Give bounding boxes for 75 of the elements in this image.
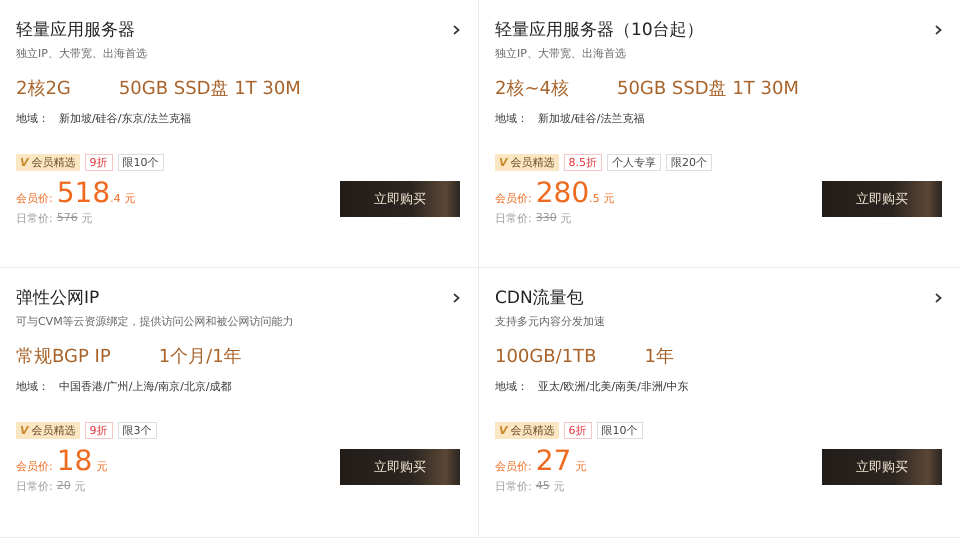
currency-text: 元	[96, 459, 108, 474]
buy-button[interactable]: 立即购买	[822, 449, 942, 485]
member-price-label: 会员价:	[495, 459, 532, 474]
tag-label: 会员精选	[510, 423, 555, 438]
spec-text: 50GB SSD盘 1T 30M	[617, 77, 799, 101]
vip-mark: V	[499, 424, 508, 437]
chevron-right-icon[interactable]	[453, 25, 460, 35]
region-label: 地域：	[495, 379, 528, 395]
tag-label: 6折	[568, 423, 587, 438]
tag-label: 会员精选	[32, 155, 76, 170]
tag-label: 会员精选	[510, 155, 555, 170]
member-price-label: 会员价:	[495, 191, 532, 206]
currency-text: 元	[74, 479, 86, 494]
currency-text: 元	[560, 211, 572, 226]
member-price: 18	[56, 445, 92, 477]
card-subtitle: 独立IP、大带宽、出海首选	[16, 46, 148, 62]
currency-text: 元	[554, 479, 565, 494]
spec-text: 2核2G	[16, 77, 71, 101]
region-label: 地域：	[495, 111, 528, 127]
tag-label: 限20个	[671, 155, 708, 170]
tag-label: 个人专享	[612, 155, 656, 170]
region-label: 地域：	[16, 379, 49, 395]
price-decimal: .5	[589, 192, 600, 205]
regular-price: 20	[56, 479, 71, 494]
card-title: CDN流量包	[495, 287, 584, 309]
card-title: 轻量应用服务器	[16, 19, 135, 41]
card-title: 轻量应用服务器（10台起）	[495, 19, 704, 41]
region-text: 新加坡/硅谷/法兰克福	[538, 111, 644, 127]
member-price: 280	[536, 177, 590, 209]
spec-text: 1个月/1年	[158, 345, 242, 369]
card-title: 弹性公网IP	[16, 287, 100, 309]
regular-price: 45	[536, 479, 550, 494]
tag-label: 限3个	[122, 423, 152, 438]
vip-mark: V	[499, 156, 508, 169]
card-subtitle: 支持多元内容分发加速	[495, 314, 606, 330]
member-price: 518	[56, 177, 110, 209]
region-label: 地域：	[16, 111, 49, 127]
member-price-label: 会员价:	[16, 191, 53, 206]
region-text: 中国香港/广州/上海/南京/北京/成都	[59, 379, 232, 395]
tag-label: 限10个	[122, 155, 159, 170]
buy-button[interactable]: 立即购买	[340, 449, 460, 485]
currency-text: 元	[124, 191, 136, 206]
tag-label: 会员精选	[32, 423, 76, 438]
regular-price-label: 日常价:	[16, 479, 53, 494]
card-subtitle: 可与CVM等云资源绑定，提供访问公网和被公网访问能力	[16, 314, 295, 330]
buy-button[interactable]: 立即购买	[340, 181, 460, 217]
spec-text: 常规BGP IP	[16, 345, 111, 369]
chevron-right-icon[interactable]	[935, 25, 942, 35]
chevron-right-icon[interactable]	[935, 293, 942, 303]
member-price-label: 会员价:	[16, 459, 53, 474]
card-subtitle: 独立IP、大带宽、出海首选	[495, 46, 627, 62]
price-decimal: .4	[110, 192, 121, 205]
spec-text: 100GB/1TB	[495, 345, 597, 369]
spec-text: 1年	[644, 345, 674, 369]
regular-price: 330	[536, 211, 557, 226]
regular-price: 576	[56, 211, 78, 226]
spec-text: 2核~4核	[495, 77, 569, 101]
regular-price-label: 日常价:	[16, 211, 53, 226]
chevron-right-icon[interactable]	[453, 293, 460, 303]
spec-text: 50GB SSD盘 1T 30M	[118, 77, 301, 101]
tag-label: 9折	[90, 155, 108, 170]
vip-mark: V	[20, 156, 29, 169]
regular-price-label: 日常价:	[495, 479, 532, 494]
tag-label: 限10个	[602, 423, 638, 438]
region-text: 亚太/欧洲/北美/南美/非洲/中东	[538, 379, 689, 395]
tag-label: 8.5折	[568, 155, 598, 170]
buy-button[interactable]: 立即购买	[822, 181, 942, 217]
currency-text: 元	[604, 191, 615, 206]
vip-mark: V	[20, 424, 29, 437]
regular-price-label: 日常价:	[495, 211, 532, 226]
tag-label: 9折	[90, 423, 108, 438]
currency-text: 元	[82, 211, 93, 226]
member-price: 27	[536, 445, 572, 477]
region-text: 新加坡/硅谷/东京/法兰克福	[59, 111, 192, 127]
currency-text: 元	[575, 459, 586, 474]
